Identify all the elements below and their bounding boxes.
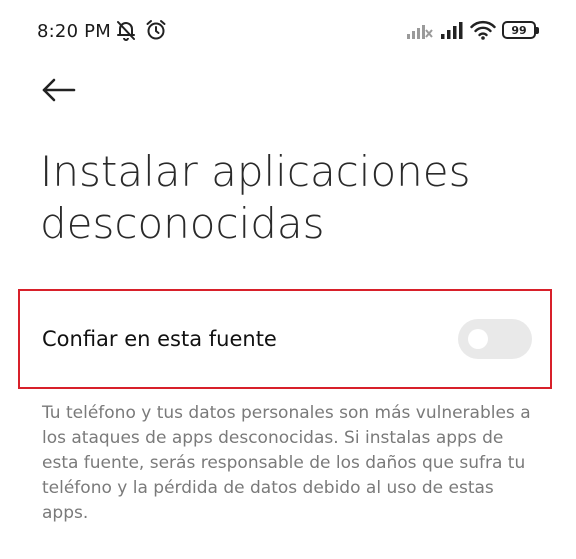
warning-description: Tu teléfono y tus datos personales son m… bbox=[42, 403, 531, 523]
signal-icon bbox=[440, 20, 464, 40]
battery-level: 99 bbox=[511, 23, 527, 37]
status-right-icons: 99 bbox=[406, 20, 539, 40]
toggle-knob bbox=[468, 329, 488, 349]
bell-off-icon bbox=[114, 18, 138, 42]
setting-label: Confiar en esta fuente bbox=[42, 327, 277, 351]
status-time: 8:20 PM bbox=[37, 21, 111, 42]
trust-source-toggle[interactable] bbox=[458, 319, 532, 359]
trust-source-setting-row[interactable]: Confiar en esta fuente bbox=[18, 289, 552, 389]
arrow-left-icon bbox=[40, 76, 76, 104]
status-left-icons bbox=[114, 18, 168, 42]
status-bar: 8:20 PM 99 bbox=[0, 0, 576, 64]
wifi-icon bbox=[470, 20, 496, 40]
page-title: Instalar aplicaciones desconocidas bbox=[40, 147, 471, 248]
signal-no-service-icon bbox=[406, 20, 434, 40]
battery-icon: 99 bbox=[502, 21, 539, 39]
alarm-clock-icon bbox=[144, 18, 168, 42]
back-button[interactable] bbox=[38, 72, 78, 108]
